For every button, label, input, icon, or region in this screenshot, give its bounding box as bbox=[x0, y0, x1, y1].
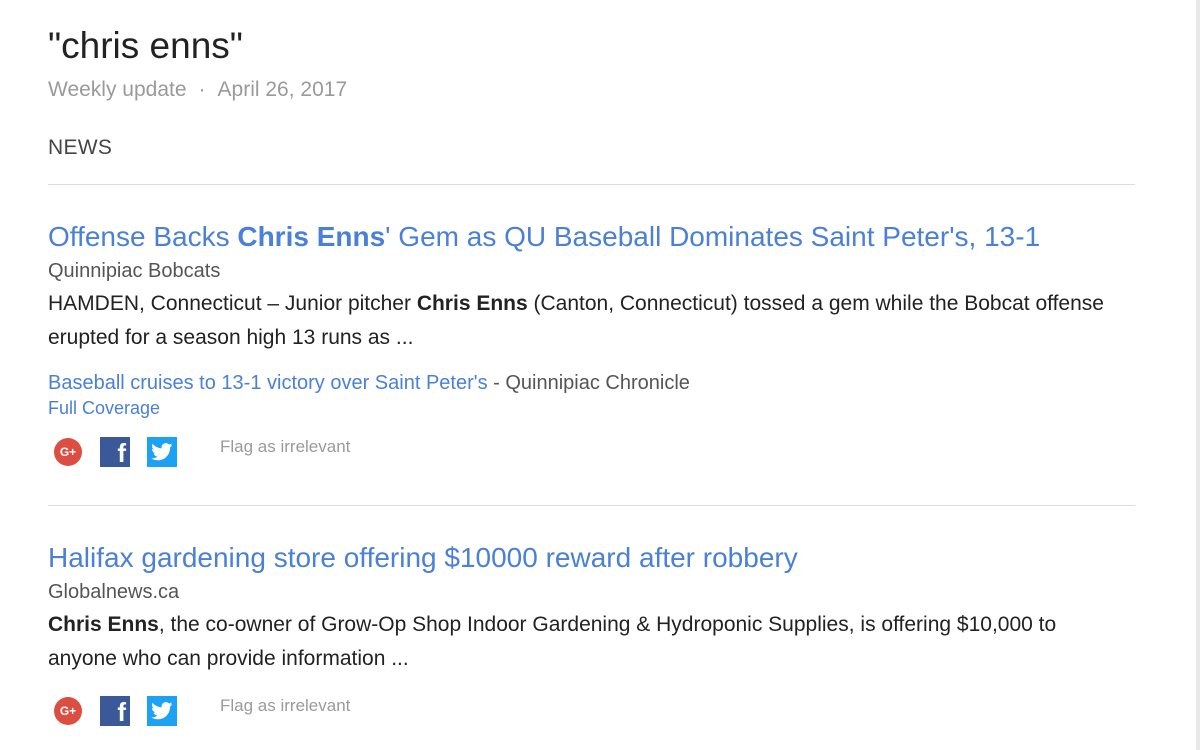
related-article-link[interactable]: Baseball cruises to 13-1 victory over Sa… bbox=[48, 372, 488, 394]
alert-date: April 26, 2017 bbox=[217, 78, 348, 101]
headline-text: Halifax gardening store offering $10000 … bbox=[48, 542, 798, 573]
twitter-bird-glyph bbox=[151, 443, 173, 461]
headline-text: Offense Backs bbox=[48, 221, 238, 252]
headline-highlight: Chris Enns bbox=[237, 221, 386, 252]
twitter-icon[interactable] bbox=[147, 437, 177, 467]
snippet-highlight: Chris Enns bbox=[416, 292, 528, 315]
google-plus-icon[interactable]: G+ bbox=[54, 697, 82, 725]
related-separator: - bbox=[487, 372, 506, 394]
google-plus-icon[interactable]: G+ bbox=[54, 438, 82, 466]
facebook-icon[interactable]: f bbox=[100, 437, 130, 467]
section-label: NEWS bbox=[48, 136, 113, 159]
meta-separator: · bbox=[198, 78, 206, 101]
news-headline-link[interactable]: Offense Backs Chris Enns' Gem as QU Base… bbox=[48, 219, 1135, 255]
news-headline-link[interactable]: Halifax gardening store offering $10000 … bbox=[48, 540, 1135, 576]
news-snippet: HAMDEN, Connecticut – Junior pitcher Chr… bbox=[48, 287, 1128, 355]
divider bbox=[48, 184, 1135, 185]
news-item: Offense Backs Chris Enns' Gem as QU Base… bbox=[48, 219, 1135, 469]
full-coverage-link[interactable]: Full Coverage bbox=[48, 397, 160, 419]
share-row: G+ f Flag as irrelevant bbox=[48, 437, 1135, 469]
divider bbox=[48, 505, 1135, 506]
news-snippet: Chris Enns, the co-owner of Grow-Op Shop… bbox=[48, 608, 1128, 676]
flag-irrelevant-link[interactable]: Flag as irrelevant bbox=[220, 435, 350, 459]
news-item: Halifax gardening store offering $10000 … bbox=[48, 540, 1135, 728]
headline-text: ' Gem as QU Baseball Dominates Saint Pet… bbox=[385, 221, 1041, 252]
related-article: Baseball cruises to 13-1 victory over Sa… bbox=[48, 369, 1135, 397]
related-source: Quinnipiac Chronicle bbox=[505, 372, 690, 394]
snippet-highlight: Chris Enns bbox=[48, 613, 159, 636]
flag-irrelevant-link[interactable]: Flag as irrelevant bbox=[220, 694, 350, 718]
snippet-text: , the co-owner of Grow-Op Shop Indoor Ga… bbox=[48, 613, 1057, 670]
share-row: G+ f Flag as irrelevant bbox=[48, 696, 1135, 728]
twitter-bird-glyph bbox=[151, 702, 173, 720]
facebook-icon[interactable]: f bbox=[100, 696, 130, 726]
scrollbar-track[interactable] bbox=[1196, 0, 1200, 750]
snippet-text: HAMDEN, Connecticut – Junior pitcher bbox=[48, 292, 417, 315]
news-source: Quinnipiac Bobcats bbox=[48, 260, 221, 282]
alert-title: "chris enns" bbox=[48, 25, 243, 66]
alert-frequency: Weekly update bbox=[48, 78, 187, 101]
alert-meta: Weekly update · April 26, 2017 bbox=[48, 76, 347, 104]
news-source: Globalnews.ca bbox=[48, 581, 180, 603]
twitter-icon[interactable] bbox=[147, 696, 177, 726]
